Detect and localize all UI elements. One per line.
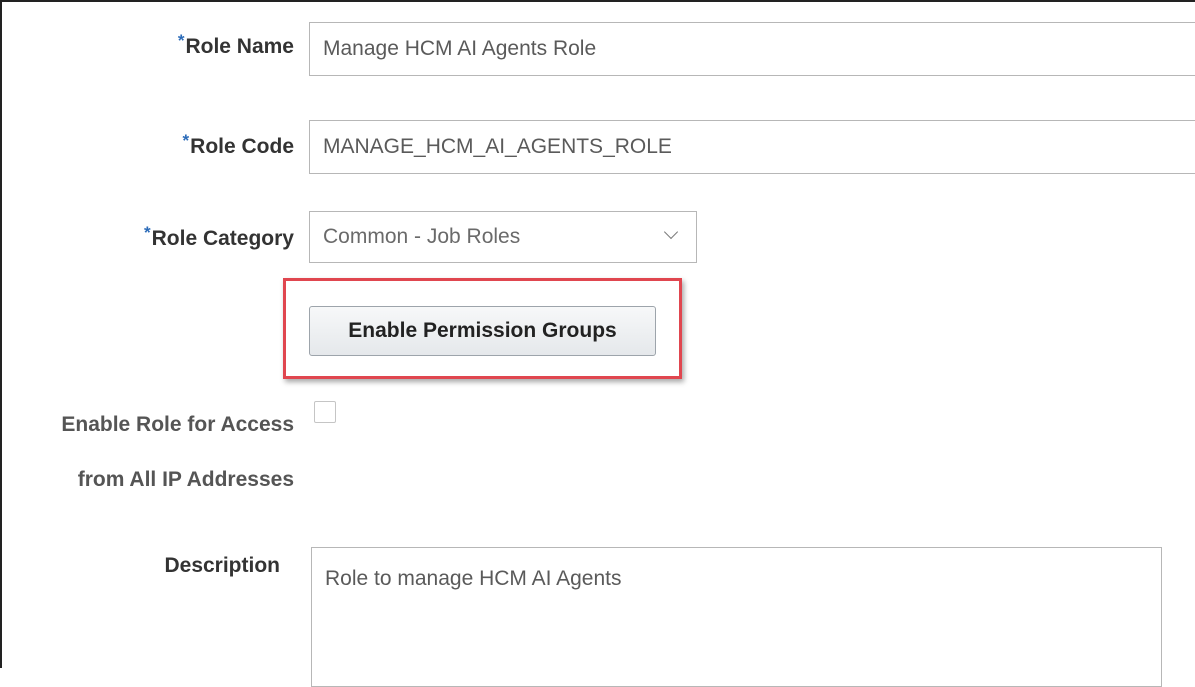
role-name-label: *Role Name	[177, 31, 294, 58]
enable-permission-groups-button[interactable]: Enable Permission Groups	[309, 306, 656, 356]
role-category-select[interactable]: Common - Job Roles	[309, 211, 697, 263]
role-name-value: Manage HCM AI Agents Role	[323, 37, 597, 60]
role-category-label: *Role Category	[144, 223, 294, 250]
required-marker: *	[182, 131, 190, 150]
required-marker: *	[144, 223, 151, 242]
ip-access-checkbox[interactable]	[314, 401, 336, 423]
description-value: Role to manage HCM AI Agents	[325, 567, 622, 590]
role-code-label: *Role Code	[182, 131, 294, 158]
ip-access-label-line2: from All IP Addresses	[77, 468, 294, 491]
description-textarea[interactable]: Role to manage HCM AI Agents	[311, 547, 1162, 687]
role-code-input[interactable]: MANAGE_HCM_AI_AGENTS_ROLE	[309, 120, 1195, 174]
role-form-panel: *Role Name Manage HCM AI Agents Role *Ro…	[0, 0, 1195, 687]
chevron-down-icon[interactable]	[663, 224, 679, 240]
required-marker: *	[177, 31, 185, 50]
description-label: Description	[164, 554, 280, 577]
role-code-value: MANAGE_HCM_AI_AGENTS_ROLE	[323, 135, 672, 158]
role-name-input[interactable]: Manage HCM AI Agents Role	[309, 22, 1195, 76]
ip-access-label-line1: Enable Role for Access	[61, 413, 294, 436]
role-category-selected: Common - Job Roles	[323, 225, 521, 248]
